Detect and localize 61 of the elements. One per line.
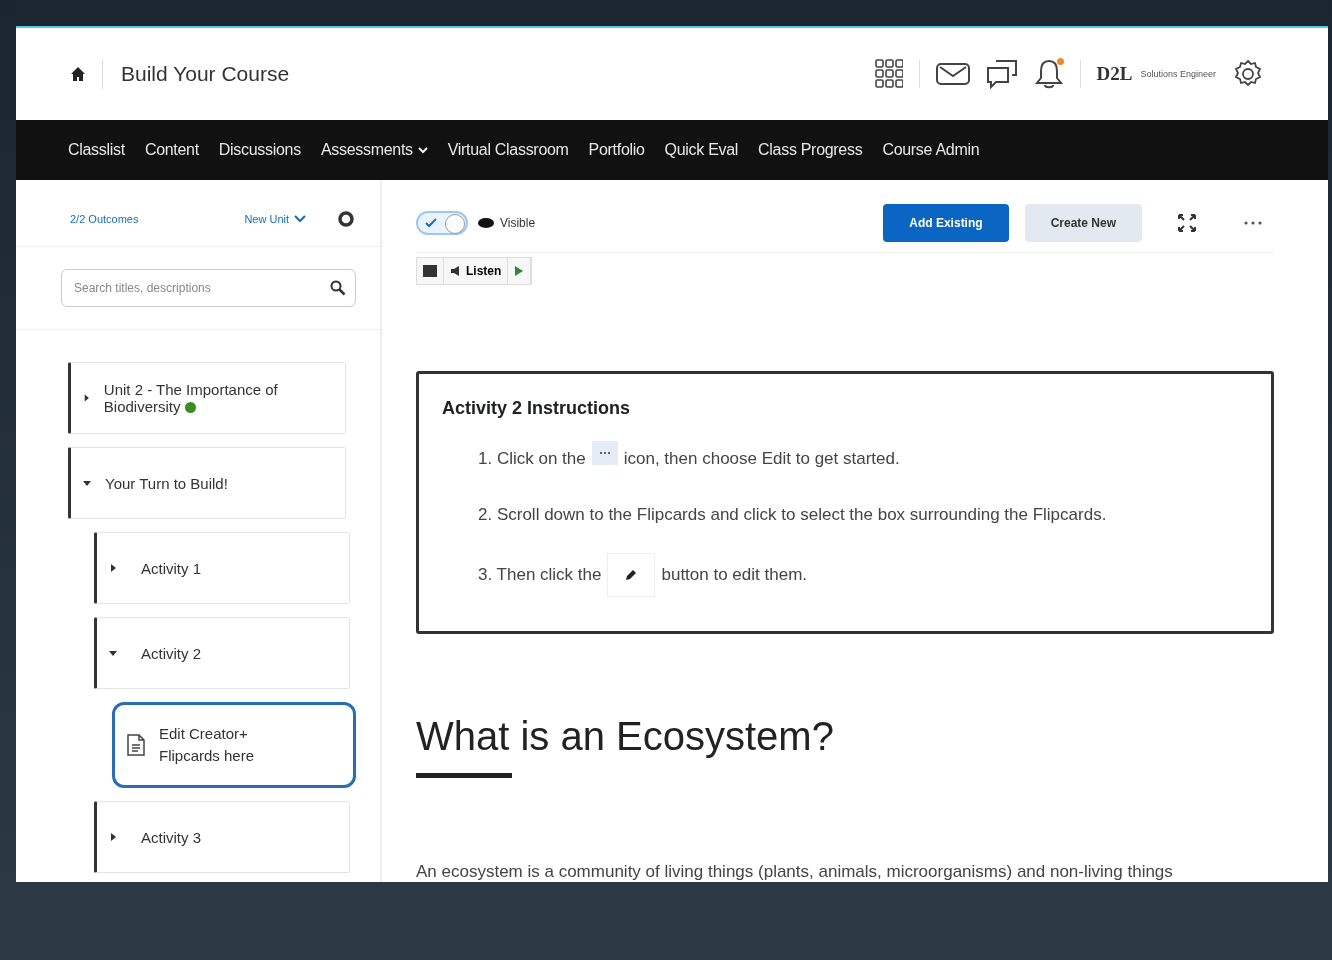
checkmark-icon — [425, 218, 437, 228]
grid-icon[interactable] — [874, 59, 903, 89]
more-dots-icon — [591, 441, 618, 465]
play-icon — [514, 265, 525, 277]
module-card[interactable]: Activity 2 — [94, 617, 350, 689]
nav-link[interactable]: Classlist — [68, 141, 125, 159]
nav-link[interactable]: Assessments — [320, 141, 428, 159]
chat-icon[interactable] — [985, 59, 1018, 89]
create-new-button[interactable]: Create New — [1024, 204, 1142, 242]
new-unit-dropdown[interactable]: New Unit — [244, 213, 306, 225]
caret-icon[interactable] — [109, 649, 117, 657]
visibility-label: Visible — [500, 216, 536, 230]
nav-link[interactable]: Class Progress — [758, 141, 863, 159]
module-title: Activity 3 — [141, 828, 201, 846]
module-title: Activity 2 — [141, 644, 201, 662]
article-paragraph: An ecosystem is a community of living things (plants, animals, microorganisms) and non-living things — [416, 862, 1174, 882]
instructions-title: Activity 2 Instructions — [442, 398, 632, 419]
home-icon[interactable] — [70, 66, 86, 82]
visibility-toggle[interactable] — [416, 211, 468, 235]
nav-link[interactable]: Virtual Classroom — [447, 141, 569, 159]
module-card[interactable]: Unit 2 - The Importance of Biodiversity — [68, 362, 346, 434]
module-card[interactable]: Your Turn to Build! — [68, 447, 346, 519]
eye-icon — [478, 218, 494, 228]
speaker-icon — [450, 265, 462, 277]
brand-logo[interactable]: D2L — [1096, 63, 1133, 85]
nav-link[interactable]: Course Admin — [882, 141, 980, 159]
step-text: 2. Scroll down to the Flipcards and click to select the box surrounding the Flipcards. — [478, 505, 1107, 525]
topic-card[interactable]: Edit Creator+ Flipcards here — [112, 702, 356, 788]
nav-link[interactable]: Discussions — [218, 141, 301, 159]
caret-icon[interactable] — [109, 564, 117, 572]
step-text: button to edit them. — [661, 565, 808, 585]
step-text: icon, then choose Edit to get started. — [623, 449, 900, 469]
play-button[interactable] — [508, 258, 532, 284]
search-field[interactable]: Search titles, descriptions — [61, 269, 356, 307]
square-icon — [423, 265, 437, 277]
module-title: Unit 2 - The Importance of Biodiversity — [103, 381, 279, 415]
search-icon[interactable] — [330, 280, 346, 296]
page-title: Build Your Course — [102, 59, 290, 89]
nav-link[interactable]: Quick Eval — [664, 141, 739, 159]
outcomes-link[interactable]: 2/2 Outcomes — [70, 213, 245, 225]
document-icon — [127, 734, 145, 756]
menu-button[interactable] — [417, 258, 444, 284]
caret-icon[interactable] — [83, 394, 90, 402]
nav-link[interactable]: Portfolio — [588, 141, 645, 159]
user-role[interactable]: Solutions Engineer — [1140, 69, 1216, 79]
module-card[interactable]: Activity 3 — [94, 801, 350, 873]
mail-icon[interactable] — [935, 63, 970, 85]
caret-icon[interactable] — [109, 833, 117, 841]
topic-title: Edit Creator+ Flipcards here — [159, 724, 256, 766]
caret-icon[interactable] — [83, 479, 91, 487]
add-existing-button[interactable]: Add Existing — [883, 204, 1009, 242]
notification-bell-icon[interactable] — [1033, 58, 1064, 90]
pencil-icon — [607, 553, 656, 597]
listen-button[interactable]: Listen — [444, 258, 509, 284]
step-text: 1. Click on the — [478, 449, 586, 469]
step-text: 3. Then click the — [478, 565, 602, 585]
module-card[interactable]: Activity 1 — [94, 532, 350, 604]
module-title: Activity 1 — [141, 559, 201, 577]
article-heading: What is an Ecosystem? — [416, 714, 835, 759]
nav-link[interactable]: Content — [144, 141, 199, 159]
module-title: Your Turn to Build! — [105, 474, 228, 492]
